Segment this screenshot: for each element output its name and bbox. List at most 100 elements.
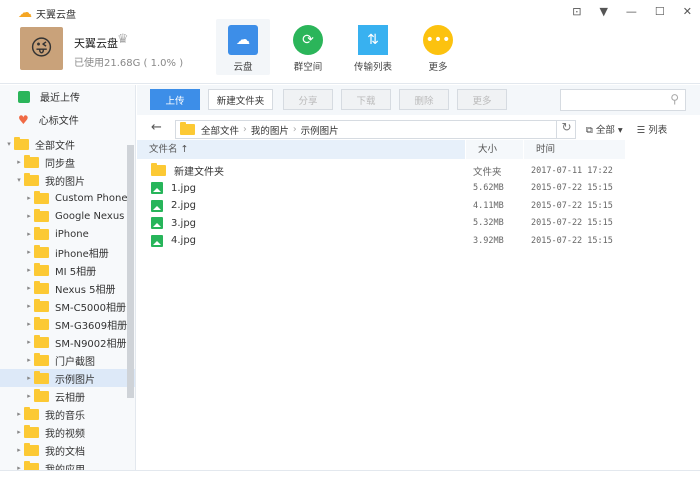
tree-item[interactable]: ▸ 我的应用: [0, 459, 135, 470]
sidebar-favorites[interactable]: ♥ 心标文件: [0, 108, 135, 131]
expand-arrow-icon[interactable]: ▾: [4, 140, 14, 148]
sidebar-recent-uploads[interactable]: 最近上传: [0, 85, 135, 108]
tree-item[interactable]: ▸ SM-N9002相册: [0, 333, 135, 351]
breadcrumb-item[interactable]: 我的图片: [251, 123, 289, 137]
maximize-button[interactable]: ☐: [655, 5, 665, 18]
search-input[interactable]: ⚲: [560, 89, 686, 111]
column-header-time[interactable]: 时间: [524, 140, 625, 159]
expand-arrow-icon[interactable]: ▸: [14, 410, 24, 418]
tree-item[interactable]: ▸ SM-G3609相册: [0, 315, 135, 333]
table-row[interactable]: 2.jpg 4.11MB 2015-07-22 15:15: [137, 197, 617, 214]
folder-icon: [34, 262, 49, 276]
file-time: 2015-07-22 15:15: [531, 218, 613, 228]
folder-icon: [24, 154, 39, 168]
tree-item-label: Nexus 5相册: [55, 284, 116, 296]
tree-item[interactable]: ▸ iPhone: [0, 225, 135, 243]
tree-item[interactable]: ▸ 同步盘: [0, 153, 135, 171]
expand-arrow-icon[interactable]: ▸: [24, 392, 34, 400]
back-arrow-icon[interactable]: ←: [151, 120, 162, 135]
minimize-button[interactable]: —: [626, 5, 637, 18]
file-size: 5.32MB: [473, 218, 504, 228]
app-title: 天翼云盘: [36, 9, 76, 21]
table-row[interactable]: 3.jpg 5.32MB 2015-07-22 15:15: [137, 215, 617, 232]
tree-item[interactable]: ▾ 我的图片: [0, 171, 135, 189]
table-row[interactable]: 1.jpg 5.62MB 2015-07-22 15:15: [137, 180, 617, 197]
nav-more[interactable]: ••• 更多: [411, 19, 465, 75]
filter-dropdown[interactable]: ⧉ 全部 ▾: [586, 122, 623, 136]
close-button[interactable]: ✕: [683, 5, 692, 18]
column-header-size[interactable]: 大小: [466, 140, 523, 159]
new-folder-button[interactable]: 新建文件夹: [208, 89, 273, 110]
crown-icon[interactable]: ♛: [117, 32, 129, 47]
folder-icon: [34, 208, 49, 222]
file-size: 3.92MB: [473, 235, 504, 246]
upload-button[interactable]: 上传: [150, 89, 200, 110]
column-header-name[interactable]: 文件名 ↑: [137, 140, 465, 159]
tree-item[interactable]: ▸ 云相册: [0, 387, 135, 405]
sidebar-scrollbar[interactable]: [127, 145, 134, 398]
transfer-icon: ⇅: [358, 25, 388, 55]
cloud-folder-icon: ☁: [228, 25, 258, 55]
file-time: 2015-07-22 15:15: [531, 235, 613, 246]
sidebar: 最近上传 ♥ 心标文件 ▾ 全部文件 ▸ 同步盘 ▾ 我的图片 ▸ Custom Phone …: [0, 85, 136, 470]
file-name: 新建文件夹: [174, 167, 224, 178]
expand-arrow-icon[interactable]: ▸: [14, 446, 24, 454]
view-mode-toggle[interactable]: ☰ 列表: [637, 122, 668, 136]
header: ☁ 天翼云盘 ⊡ ▼ — ☐ ✕ 😜 天翼云盘 ♛ 已使用21.68G ( 1.…: [0, 0, 700, 84]
search-icon[interactable]: ⚲: [670, 92, 679, 106]
tree-item-label: Custom Phone -: [55, 192, 135, 204]
expand-arrow-icon[interactable]: ▸: [14, 158, 24, 166]
feedback-icon[interactable]: ⊡: [572, 5, 581, 18]
file-time: 2015-07-22 15:15: [531, 200, 613, 211]
avatar[interactable]: 😜: [20, 27, 63, 70]
refresh-icon[interactable]: ↻: [556, 120, 576, 139]
nav-transfer-list[interactable]: ⇅ 传输列表: [346, 19, 400, 75]
nav-group-space[interactable]: ⟳ 群空间: [281, 19, 335, 75]
table-row[interactable]: 新建文件夹 文件夹 2017-07-11 17:22: [137, 162, 617, 179]
tree-item[interactable]: ▸ 我的音乐: [0, 405, 135, 423]
expand-arrow-icon[interactable]: ▸: [14, 428, 24, 436]
tree-item[interactable]: ▸ SM-C5000相册: [0, 297, 135, 315]
expand-arrow-icon[interactable]: ▸: [24, 230, 34, 238]
expand-arrow-icon[interactable]: ▸: [24, 284, 34, 292]
folder-icon: [34, 388, 49, 402]
expand-arrow-icon[interactable]: ▸: [24, 374, 34, 382]
group-icon: ⟳: [293, 25, 323, 55]
tree-item[interactable]: ▸ Google Nexus 4: [0, 207, 135, 225]
more-button[interactable]: 更多: [457, 89, 507, 110]
breadcrumb-item[interactable]: 示例图片: [301, 123, 339, 137]
tree-item-label: 门户截图: [55, 356, 95, 368]
delete-button[interactable]: 删除: [399, 89, 449, 110]
expand-arrow-icon[interactable]: ▸: [24, 338, 34, 346]
share-button[interactable]: 分享: [283, 89, 333, 110]
tree-item[interactable]: ▸ 我的视频: [0, 423, 135, 441]
breadcrumb-item[interactable]: 全部文件: [201, 123, 239, 137]
tree-item[interactable]: ▸ 示例图片: [0, 369, 135, 387]
image-file-icon: [151, 234, 163, 247]
list-icon: ☰: [636, 125, 646, 136]
tree-item[interactable]: ▾ 全部文件: [0, 135, 135, 153]
user-name: 天翼云盘: [74, 37, 118, 50]
tree-item-label: SM-G3609相册: [55, 320, 128, 332]
download-button[interactable]: 下载: [341, 89, 391, 110]
expand-arrow-icon[interactable]: ▸: [24, 356, 34, 364]
expand-arrow-icon[interactable]: ▸: [24, 302, 34, 310]
nav-cloud-disk[interactable]: ☁ 云盘: [216, 19, 270, 75]
expand-arrow-icon[interactable]: ▸: [24, 266, 34, 274]
menu-dropdown-icon[interactable]: ▼: [599, 5, 607, 18]
expand-arrow-icon[interactable]: ▸: [24, 248, 34, 256]
expand-arrow-icon[interactable]: ▾: [14, 176, 24, 184]
tree-item[interactable]: ▸ Nexus 5相册: [0, 279, 135, 297]
tree-item[interactable]: ▸ MI 5相册: [0, 261, 135, 279]
tree-item[interactable]: ▸ 我的文档: [0, 441, 135, 459]
expand-arrow-icon[interactable]: ▸: [24, 194, 34, 202]
tree-item[interactable]: ▸ iPhone相册: [0, 243, 135, 261]
file-name: 1.jpg: [171, 182, 197, 194]
expand-arrow-icon[interactable]: ▸: [24, 320, 34, 328]
table-row[interactable]: 4.jpg 3.92MB 2015-07-22 15:15: [137, 232, 617, 249]
folder-icon: [24, 424, 39, 438]
expand-arrow-icon[interactable]: ▸: [24, 212, 34, 220]
tree-item[interactable]: ▸ 门户截图: [0, 351, 135, 369]
tree-item[interactable]: ▸ Custom Phone -: [0, 189, 135, 207]
nav-label: 云盘: [233, 62, 253, 73]
